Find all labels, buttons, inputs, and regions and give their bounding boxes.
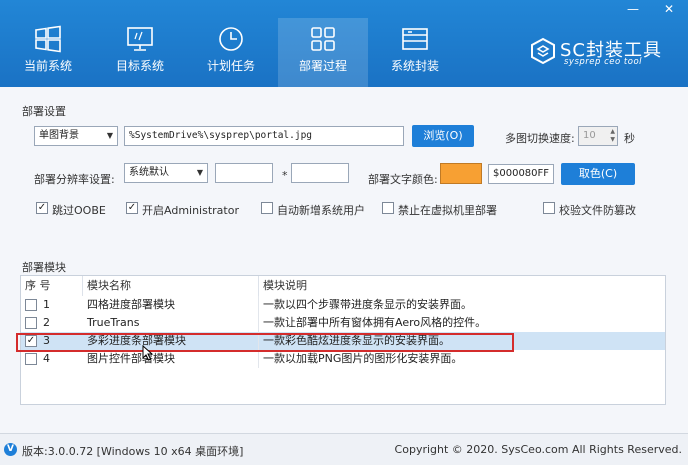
tab-label: 目标系统 [115,59,164,73]
close-button[interactable]: ✕ [660,2,678,16]
table-row[interactable]: 1 四格进度部署模块 一款以四个步骤带进度条显示的安装界面。 [21,296,665,314]
spinner-arrows-icon[interactable]: ▲ ▼ [610,128,615,144]
tab-current-system[interactable]: 当前系统 [3,18,93,87]
row-no: 2 [43,316,50,329]
skip-oobe-label: 跳过OOBE [52,204,106,217]
auto-add-user-checkbox[interactable] [261,202,273,214]
highlight-annotation-box [16,333,514,352]
background-mode-select[interactable]: 单图背景 ▼ [34,126,118,146]
resolution-select[interactable]: 系统默认 ▼ [124,163,208,183]
tab-system-package[interactable]: 系统封装 [370,18,460,87]
verify-files-checkbox[interactable] [543,202,555,214]
chevron-down-icon: ▼ [106,131,113,140]
deploy-panel: 部署设置 单图背景 ▼ %SystemDrive%\sysprep\portal… [0,87,688,433]
tab-label: 计划任务 [206,59,255,73]
copyright-text: Copyright © 2020. SysCeo.com All Rights … [394,443,682,456]
row-name: 四格进度部署模块 [83,296,259,314]
block-vm-deploy-label: 禁止在虚拟机里部署 [398,204,497,217]
table-row[interactable]: 2 TrueTrans 一款让部署中所有窗体拥有Aero风格的控件。 [21,314,665,332]
block-vm-deploy-checkbox[interactable] [382,202,394,214]
chevron-down-icon: ▼ [196,168,203,177]
enable-admin-checkbox[interactable]: ✓ [126,202,138,214]
monitor-icon [127,27,153,51]
version-info-icon: V [4,443,17,456]
background-mode-value: 单图背景 [39,130,79,141]
logo-tagline: sysprep ceo tool [564,57,643,67]
tab-label: 系统封装 [390,59,439,73]
verify-files-label: 校验文件防篡改 [559,204,636,217]
tab-scheduled-tasks[interactable]: 计划任务 [186,18,276,87]
column-header-no[interactable]: 序 号 [25,276,83,296]
tab-label: 部署过程 [298,59,347,73]
windows-icon [35,25,61,53]
row-name: TrueTrans [83,314,259,332]
multi-image-speed-value: 10 [583,130,596,141]
resolution-width-input[interactable] [215,163,273,183]
deploy-modules-title: 部署模块 [22,261,66,274]
status-bar: V 版本:3.0.0.72 [Windows 10 x64 桌面环境] Copy… [0,433,688,465]
row-no: 4 [43,352,50,365]
tab-deploy-process[interactable]: 部署过程 [278,18,368,87]
row-checkbox[interactable] [25,299,37,311]
clock-icon [219,27,243,51]
mouse-cursor-icon [142,345,154,361]
logo-mark-icon [531,37,555,65]
text-color-label: 部署文字颜色: [368,173,438,186]
row-desc: 一款让部署中所有窗体拥有Aero风格的控件。 [263,316,487,329]
multi-image-speed-label: 多图切换速度: [505,132,575,145]
tab-target-system[interactable]: 目标系统 [95,18,185,87]
pick-color-button[interactable]: 取色(C) [561,163,635,185]
text-color-swatch[interactable] [440,163,482,184]
enable-admin-label: 开启Administrator [142,204,239,217]
resolution-label: 部署分辨率设置: [34,173,115,186]
grid-icon [311,27,335,51]
column-header-name[interactable]: 模块名称 [87,276,259,296]
row-checkbox[interactable] [25,353,37,365]
row-checkbox[interactable] [25,317,37,329]
image-path-input[interactable]: %SystemDrive%\sysprep\portal.jpg [124,126,404,146]
version-text: 版本:3.0.0.72 [Windows 10 x64 桌面环境] [22,445,244,458]
deploy-settings-title: 部署设置 [22,105,66,118]
row-desc: 一款以四个步骤带进度条显示的安装界面。 [263,298,472,311]
resolution-height-input[interactable] [291,163,349,183]
resolution-value: 系统默认 [129,167,169,178]
minimize-button[interactable]: — [624,2,642,16]
skip-oobe-checkbox[interactable]: ✓ [36,202,48,214]
row-no: 1 [43,298,50,311]
auto-add-user-label: 自动新增系统用户 [277,204,365,217]
tab-label: 当前系统 [23,59,72,73]
text-color-input[interactable]: $000080FF [488,164,554,184]
app-logo: SC封装工具 sysprep ceo tool [528,34,678,74]
table-row[interactable]: 4 图片控件部署模块 一款以加载PNG图片的图形化安装界面。 [21,350,665,368]
browse-button[interactable]: 浏览(O) [412,125,474,147]
multi-image-speed-spinner[interactable]: 10 ▲ ▼ [578,126,618,146]
package-icon [402,28,428,50]
column-header-desc[interactable]: 模块说明 [263,276,663,296]
seconds-unit: 秒 [624,132,635,145]
row-desc: 一款以加载PNG图片的图形化安装界面。 [263,352,463,365]
title-bar: — ✕ 当前系统 目标系统 计划任务 部署过程 系统封装 SC封装工具 sysp… [0,0,688,87]
resolution-separator: * [282,169,288,182]
row-name: 图片控件部署模块 [83,350,259,368]
